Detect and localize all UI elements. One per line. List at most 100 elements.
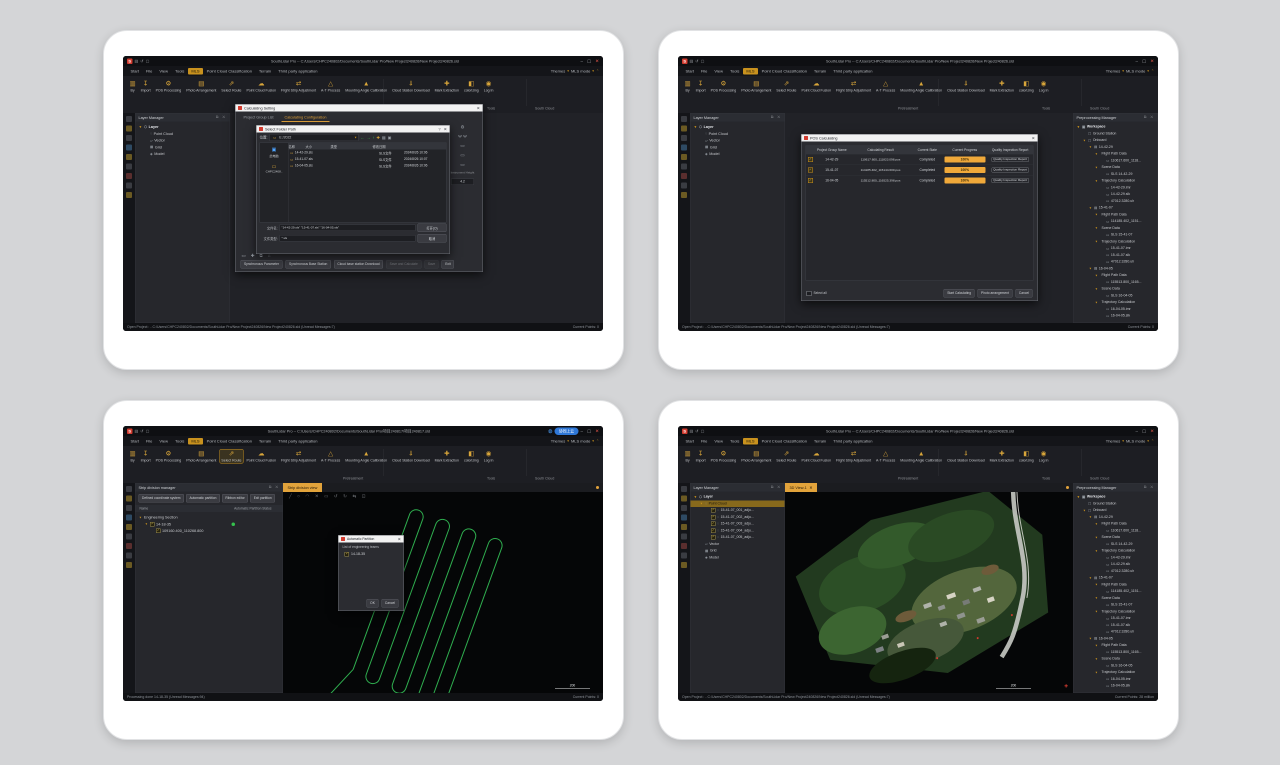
preprocessing-tree-item[interactable]: ▭ 15-41-07.slk (1074, 252, 1158, 259)
preprocessing-tree-item[interactable]: ▭ 14-42-29.imr (1074, 184, 1158, 191)
place-folder[interactable]: ▭ CHPC2408.. (266, 164, 283, 174)
open-button[interactable]: 打开(O) (418, 224, 447, 233)
side-tool-icon[interactable] (126, 553, 132, 559)
preprocessing-tree-item[interactable]: ▭ 110617.600_1118... (1074, 157, 1158, 164)
toolbar-item[interactable]: ⚙ POS Processing (709, 450, 738, 464)
menu-item[interactable]: Terrain (810, 438, 829, 445)
layer-tree-item[interactable]: ▾ ⬡ Layer (691, 124, 785, 131)
save-icon[interactable]: ▤ (135, 429, 139, 434)
preprocessing-tree-item[interactable]: ▭ 15-41-07.imr (1074, 615, 1158, 622)
checkbox-checked[interactable] (808, 168, 813, 173)
preprocessing-tree-item[interactable]: ▭ 47012.3280.uh (1074, 259, 1158, 266)
delete-tool-icon[interactable]: ✕ (315, 493, 319, 499)
toolbar-item[interactable]: ◧ colorizing (1017, 80, 1035, 94)
layer-tree-item[interactable]: ▾ ⬡ Layer (136, 124, 230, 131)
dialog-button[interactable]: Save and Calculate (386, 260, 421, 269)
side-tool-icon[interactable] (126, 486, 132, 492)
ok-button[interactable]: OK (367, 599, 379, 608)
toolbar-item[interactable]: ⚙ POS Processing (154, 450, 183, 464)
save-icon[interactable]: ▤ (135, 59, 139, 64)
preprocessing-tree-item[interactable]: ▢ Ground Station (1074, 130, 1158, 137)
menu-item[interactable]: Terrain (255, 68, 274, 75)
side-tool-icon[interactable] (681, 183, 687, 189)
preprocessing-tree-item[interactable]: ▾ ▤ 15-41-07 (1074, 205, 1158, 212)
menu-item[interactable]: MLS (188, 438, 203, 445)
dialog-close-icon[interactable]: ✕ (444, 127, 447, 132)
dialog-close-icon[interactable]: ✕ (1032, 136, 1035, 141)
toolbar-item[interactable]: ↧ Import (694, 80, 707, 94)
minimize-button[interactable]: – (580, 59, 583, 64)
preprocessing-tree-item[interactable]: ▾ Flight Path Data (1074, 642, 1158, 649)
redo-icon[interactable]: ▢ (701, 429, 705, 434)
preprocessing-tree-item[interactable]: ▾ Flight Path Data (1074, 521, 1158, 528)
layer-tree-item[interactable]: ◈ Model (691, 554, 785, 561)
preprocessing-tree-item[interactable]: ▭ SLS 16-04-05 (1074, 292, 1158, 299)
cancel-button[interactable]: Cancel (381, 599, 398, 608)
preprocessing-tree-item[interactable]: ▭ SLS 15-41-07 (1074, 232, 1158, 239)
side-tool-icon[interactable] (681, 524, 687, 530)
back-icon[interactable]: ← (360, 135, 364, 140)
close-button[interactable]: ✕ (1150, 428, 1154, 434)
preprocessing-tree-item[interactable]: ▭ SLS 16-04-05 (1074, 662, 1158, 669)
close-button[interactable]: ✕ (1150, 58, 1154, 64)
side-tool-icon[interactable] (681, 173, 687, 179)
minimize-button[interactable]: – (580, 429, 583, 434)
menu-item[interactable]: Tools (172, 438, 188, 445)
preprocessing-tree-item[interactable]: ▾ ▣ Workspace (1074, 494, 1158, 501)
toolbar-item[interactable]: ⇗ Select Route (775, 80, 798, 94)
arc-tool-icon[interactable]: ◠ (305, 493, 309, 499)
forward-icon[interactable]: → (366, 135, 370, 140)
instrument-height-input[interactable]: 4.2 (451, 179, 474, 186)
toolbar-item[interactable]: ↧ Import (139, 450, 152, 464)
side-tool-icon[interactable] (126, 505, 132, 511)
layer-tree-item[interactable]: ◈ Model (136, 151, 230, 158)
pos-table-row[interactable]: 14-42-29 110617.600_111823.098.pos Compl… (806, 154, 1033, 165)
file-column-header[interactable]: 修改日期 (373, 144, 386, 149)
side-tool-icon[interactable] (126, 173, 132, 179)
side-tool-icon[interactable] (681, 496, 687, 502)
side-tool-icon[interactable] (681, 553, 687, 559)
layer-tree-item[interactable]: ▾ ⬡ Layer (691, 494, 785, 501)
checkbox-checked[interactable] (808, 157, 813, 162)
gear-icon[interactable]: ⚙ (460, 125, 464, 131)
save-icon[interactable]: ▤ (690, 59, 694, 64)
place-this-pc[interactable]: ▣ 此电脑 (269, 147, 278, 158)
preprocessing-tree-item[interactable]: ▭ 115513.800_1165... (1074, 279, 1158, 286)
preprocessing-tree-item[interactable]: ▭ 14-42-29.slk (1074, 561, 1158, 568)
collapse-ribbon-icon[interactable]: ⌃ (596, 69, 599, 73)
checkbox-checked[interactable] (711, 508, 716, 513)
checkbox-checked[interactable] (808, 178, 813, 183)
menu-item[interactable]: Terrain (810, 68, 829, 75)
menu-item[interactable]: Start (682, 438, 697, 445)
side-tool-icon[interactable] (126, 192, 132, 198)
toolbar-item[interactable]: ▲ Mounting Angle Calibration (899, 450, 944, 464)
checkbox-checked[interactable] (711, 515, 716, 520)
preprocessing-tree-item[interactable]: ▾ ▢ Onboard (1074, 137, 1158, 144)
file-row[interactable]: ▭ 16-04-05.sls SLS文件 2024/8/26 10:06 (289, 163, 447, 170)
menu-item[interactable]: Third party application (830, 68, 876, 75)
toolbar-item[interactable]: ⇄ Flight Strip Adjustment (835, 450, 873, 464)
save-icon[interactable]: ▤ (690, 429, 694, 434)
layer-tree-item[interactable]: ▱ Vector (691, 541, 785, 548)
preprocessing-tree-item[interactable]: ▭ SLS 14-42-29 (1074, 541, 1158, 548)
preprocessing-tree-item[interactable]: ▢ Ground Station (1074, 500, 1158, 507)
preprocessing-tree-item[interactable]: ▾ ▤ 14-42-29 (1074, 514, 1158, 521)
panel-window-icons[interactable]: ⧉ ✕ (771, 486, 782, 490)
side-tool-icon[interactable] (126, 126, 132, 132)
panel-window-icons[interactable]: ⧉ ✕ (1144, 486, 1155, 490)
toolbar-item[interactable]: ☁ Point Cloud Fusion (800, 450, 833, 464)
menu-item[interactable]: View (156, 438, 172, 445)
toolbar-item[interactable]: ◉ Log In (482, 80, 495, 94)
dialog-button[interactable]: Cloud base station Download (334, 260, 383, 269)
dialog-button[interactable]: Exit (442, 260, 454, 269)
undo-icon[interactable]: ↺ (695, 59, 698, 64)
side-tool-icon[interactable] (126, 164, 132, 170)
toolbar-item[interactable]: ◧ colorizing (462, 450, 480, 464)
checkbox-checked[interactable] (711, 535, 716, 540)
redo-icon[interactable]: ▢ (146, 59, 150, 64)
layer-tree-item[interactable]: ◌ Point Cloud (136, 130, 230, 137)
menu-item[interactable]: Tools (727, 438, 743, 445)
layer-tree-item[interactable]: ▦ Grid (691, 548, 785, 555)
rect-tool-icon[interactable]: ▭ (324, 493, 328, 499)
toolbar-item[interactable]: △ A-T Process (320, 80, 342, 94)
